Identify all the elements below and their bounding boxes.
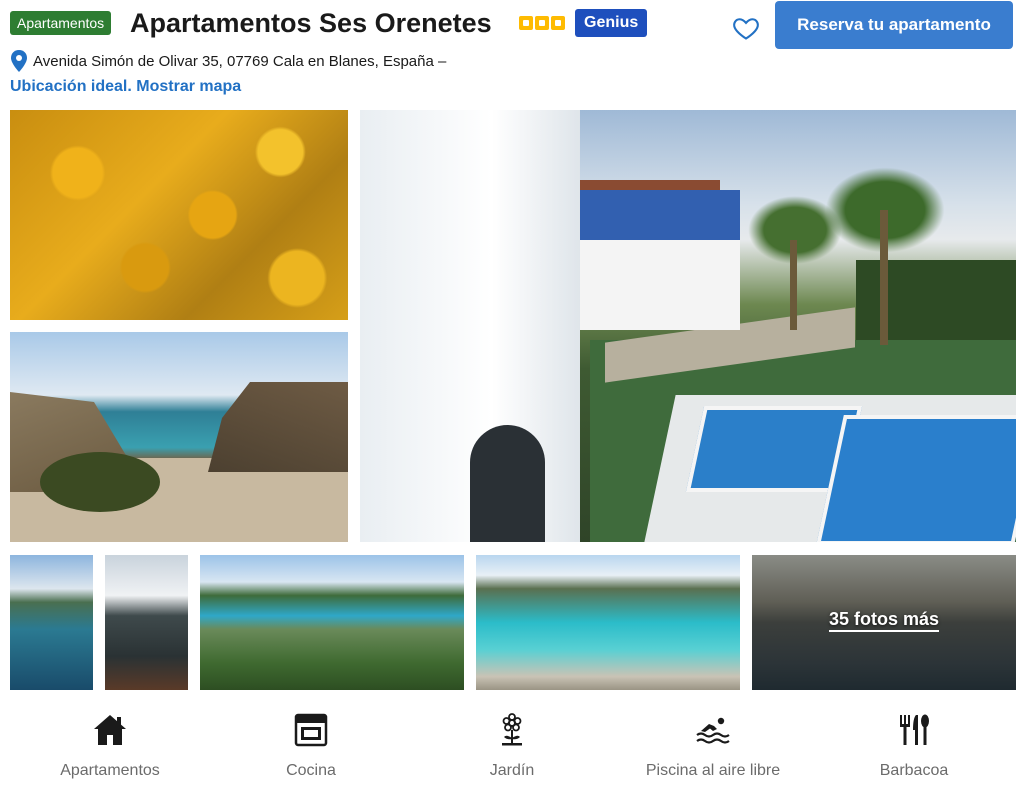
gallery-photo-flowers[interactable] xyxy=(10,110,348,320)
property-header: Apartamentos Apartamentos Ses Orenetes G… xyxy=(10,1,1014,49)
amenity-label: Jardín xyxy=(489,762,535,779)
amenity-kitchen: Cocina xyxy=(211,712,411,780)
gallery-thumbnail[interactable] xyxy=(105,555,188,690)
palm-trunk-shape xyxy=(880,210,888,345)
gallery-thumbnail[interactable] xyxy=(10,555,93,690)
arch-shape xyxy=(470,425,545,542)
tree-shape xyxy=(40,452,160,512)
oven-icon xyxy=(294,713,328,747)
gallery-main-photo[interactable] xyxy=(360,110,1016,542)
amenity-label: Barbacoa xyxy=(879,762,949,779)
palm-trunk-shape xyxy=(790,240,797,330)
star-icon xyxy=(535,16,549,30)
amenity-outdoor-pool: Piscina al aire libre xyxy=(613,712,813,780)
address-row: Avenida Simón de Olivar 35, 07769 Cala e… xyxy=(10,50,446,72)
pool-shape xyxy=(816,415,1016,542)
gallery-thumbnail[interactable] xyxy=(200,555,464,690)
amenities-row: Apartamentos Cocina Jardín Piscina al ai… xyxy=(0,712,1024,792)
amenity-garden: Jardín xyxy=(412,712,612,780)
gallery-photo-cove[interactable] xyxy=(10,332,348,542)
property-title: Apartamentos Ses Orenetes xyxy=(130,8,492,38)
more-photos-thumbnail[interactable]: 35 fotos más xyxy=(752,555,1016,690)
amenity-barbecue: Barbacoa xyxy=(814,712,1014,780)
swimmer-icon xyxy=(696,717,730,744)
building-white-shape xyxy=(570,240,740,330)
heart-icon[interactable] xyxy=(732,14,760,42)
star-icon xyxy=(519,16,533,30)
house-icon xyxy=(94,715,126,745)
gallery-thumbnail[interactable] xyxy=(476,555,740,690)
address-text: Avenida Simón de Olivar 35, 07769 Cala e… xyxy=(33,52,447,70)
amenity-label: Apartamentos xyxy=(60,762,160,779)
amenity-label: Piscina al aire libre xyxy=(645,762,781,779)
cutlery-icon xyxy=(900,714,929,745)
amenity-label: Cocina xyxy=(286,762,336,779)
show-map-link[interactable]: Ubicación ideal. Mostrar mapa xyxy=(10,78,241,96)
flower-icon xyxy=(502,713,522,746)
property-type-badge: Apartamentos xyxy=(10,11,112,35)
reserve-button[interactable]: Reserva tu apartamento xyxy=(775,1,1013,49)
star-rating xyxy=(519,16,565,30)
star-icon xyxy=(551,16,565,30)
genius-badge: Genius xyxy=(575,9,648,37)
rock-shape xyxy=(208,382,348,472)
map-pin-icon xyxy=(11,50,27,72)
amenity-apartments: Apartamentos xyxy=(10,712,210,780)
more-photos-label: 35 fotos más xyxy=(752,609,1016,632)
